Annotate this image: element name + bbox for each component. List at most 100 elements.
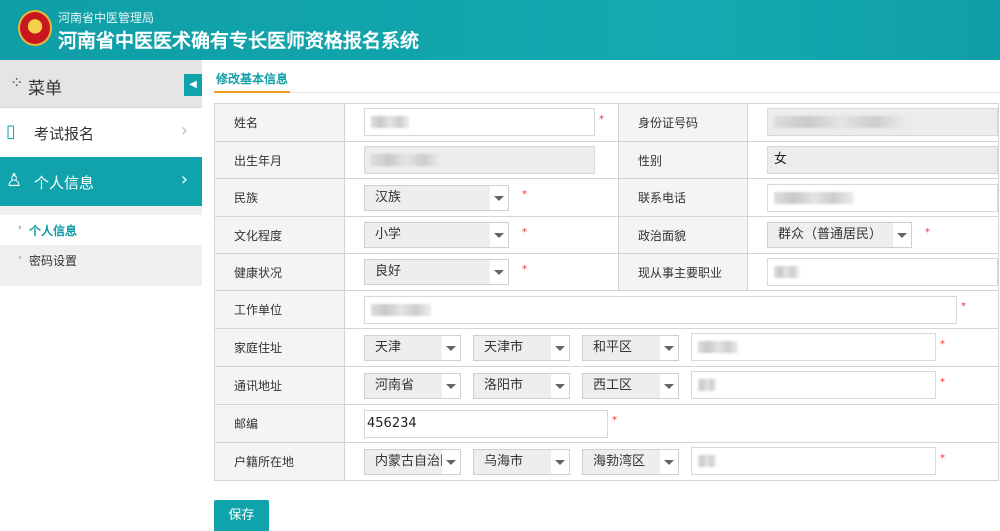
health-label: 健康状况 xyxy=(215,254,345,290)
dropdown-arrow-icon xyxy=(494,270,504,275)
form-row: 工作单位 * xyxy=(215,290,998,328)
collapse-sidebar-button[interactable]: ◀ xyxy=(184,74,202,96)
dropdown-arrow-icon xyxy=(664,460,674,465)
education-label: 文化程度 xyxy=(215,217,345,253)
mail-district-select[interactable]: 西工区 xyxy=(582,373,679,399)
tab-edit-basic-info[interactable]: 修改基本信息 xyxy=(214,70,291,93)
chevron-right-icon: › xyxy=(18,253,22,263)
national-emblem-logo xyxy=(18,10,52,46)
phone-label: 联系电话 xyxy=(618,179,748,216)
selected-value: 良好 xyxy=(365,260,490,284)
huji-city-select[interactable]: 乌海市 xyxy=(473,449,570,475)
phone-input[interactable] xyxy=(767,184,998,212)
name-input[interactable] xyxy=(364,108,595,136)
sidebar-item-label: 个人信息 xyxy=(34,174,95,192)
chevron-right-icon: › xyxy=(18,223,22,233)
required-mark: * xyxy=(599,114,604,125)
menu-label: 菜单 xyxy=(28,79,62,99)
birth-input[interactable] xyxy=(364,146,595,174)
selected-value: 小学 xyxy=(365,223,490,247)
system-title: 河南省中医医术确有专长医师资格报名系统 xyxy=(58,30,420,52)
selected-value: 和平区 xyxy=(583,336,660,360)
home-district-select[interactable]: 和平区 xyxy=(582,335,679,361)
document-icon: ▯ xyxy=(6,121,16,142)
political-label: 政治面貌 xyxy=(618,217,748,253)
postcode-label: 邮编 xyxy=(215,405,345,442)
form-row: 邮编 456234 * xyxy=(215,404,998,442)
mail-address-label: 通讯地址 xyxy=(215,367,345,404)
home-address-label: 家庭住址 xyxy=(215,329,345,366)
header: 河南省中医管理局 河南省中医医术确有专长医师资格报名系统 xyxy=(0,0,1000,60)
ethnic-select[interactable]: 汉族 xyxy=(364,185,509,211)
home-province-select[interactable]: 天津 xyxy=(364,335,461,361)
menu-header: ⁘ 菜单 xyxy=(0,60,202,108)
dropdown-arrow-icon xyxy=(446,460,456,465)
required-mark: * xyxy=(940,453,945,464)
huji-district-select[interactable]: 海勃湾区 xyxy=(582,449,679,475)
huji-province-select[interactable]: 内蒙古自治区 xyxy=(364,449,461,475)
dropdown-arrow-icon xyxy=(494,196,504,201)
form-row: 出生年月 性别 女 xyxy=(215,141,998,178)
dropdown-arrow-icon xyxy=(494,233,504,238)
health-select[interactable]: 良好 xyxy=(364,259,509,285)
huji-detail-input[interactable] xyxy=(691,447,936,475)
form-row: 户籍所在地 内蒙古自治区 乌海市 海勃湾区 * xyxy=(215,442,998,480)
dropdown-arrow-icon xyxy=(446,384,456,389)
name-label: 姓名 xyxy=(215,104,345,141)
form-row: 民族 汉族 * 联系电话 xyxy=(215,178,998,216)
form-row: 通讯地址 河南省 洛阳市 西工区 * xyxy=(215,366,998,404)
selected-value: 群众（普通居民） xyxy=(768,223,893,247)
ethnic-label: 民族 xyxy=(215,179,345,216)
selected-value: 海勃湾区 xyxy=(583,450,660,474)
selected-value: 内蒙古自治区 xyxy=(365,450,442,474)
grid-icon: ⁘ xyxy=(10,73,24,92)
political-select[interactable]: 群众（普通居民） xyxy=(767,222,912,248)
basic-info-form: 姓名 * 身份证号码 出生年月 性别 女 民族 汉族 * 联系电话 文化程度 小… xyxy=(214,103,999,481)
subitem-personal-info[interactable]: › 个人信息 xyxy=(0,215,202,245)
selected-value: 汉族 xyxy=(365,186,490,210)
required-mark: * xyxy=(940,339,945,350)
dropdown-arrow-icon xyxy=(664,384,674,389)
save-button[interactable]: 保存 xyxy=(214,500,269,531)
required-mark: * xyxy=(961,301,966,312)
work-unit-label: 工作单位 xyxy=(215,291,345,328)
sidebar-item-personal-info[interactable]: ♙ 个人信息 › xyxy=(0,157,202,206)
selected-value: 天津市 xyxy=(474,336,551,360)
mail-city-select[interactable]: 洛阳市 xyxy=(473,373,570,399)
dropdown-arrow-icon xyxy=(555,346,565,351)
org-name: 河南省中医管理局 xyxy=(58,11,155,25)
selected-value: 乌海市 xyxy=(474,450,551,474)
id-number-input[interactable] xyxy=(767,108,998,136)
user-icon: ♙ xyxy=(6,170,23,191)
mail-detail-input[interactable] xyxy=(691,371,936,399)
gender-input[interactable]: 女 xyxy=(767,146,998,174)
form-row: 健康状况 良好 * 现从事主要职业 xyxy=(215,253,998,290)
required-mark: * xyxy=(612,415,617,426)
subitem-label: 个人信息 xyxy=(29,224,78,238)
sidebar-item-exam-registration[interactable]: ▯ 考试报名 › xyxy=(0,108,202,157)
required-mark: * xyxy=(940,377,945,388)
gender-label: 性别 xyxy=(618,142,748,178)
required-mark: * xyxy=(522,264,527,275)
required-mark: * xyxy=(522,189,527,200)
birth-label: 出生年月 xyxy=(215,142,345,178)
education-select[interactable]: 小学 xyxy=(364,222,509,248)
form-row: 姓名 * 身份证号码 xyxy=(215,104,998,141)
work-unit-input[interactable] xyxy=(364,296,957,324)
mail-province-select[interactable]: 河南省 xyxy=(364,373,461,399)
home-detail-input[interactable] xyxy=(691,333,936,361)
dropdown-arrow-icon xyxy=(555,460,565,465)
form-row: 文化程度 小学 * 政治面貌 群众（普通居民） * xyxy=(215,216,998,253)
selected-value: 河南省 xyxy=(365,374,442,398)
household-register-label: 户籍所在地 xyxy=(215,443,345,480)
dropdown-arrow-icon xyxy=(664,346,674,351)
required-mark: * xyxy=(522,227,527,238)
home-city-select[interactable]: 天津市 xyxy=(473,335,570,361)
subitem-label: 密码设置 xyxy=(29,254,78,268)
occupation-input[interactable] xyxy=(767,258,998,286)
id-number-label: 身份证号码 xyxy=(618,104,748,141)
tab-bar: 修改基本信息 xyxy=(214,70,1000,93)
occupation-label: 现从事主要职业 xyxy=(618,254,748,290)
subitem-password-settings[interactable]: › 密码设置 xyxy=(0,245,202,275)
postcode-input[interactable]: 456234 xyxy=(364,410,608,438)
